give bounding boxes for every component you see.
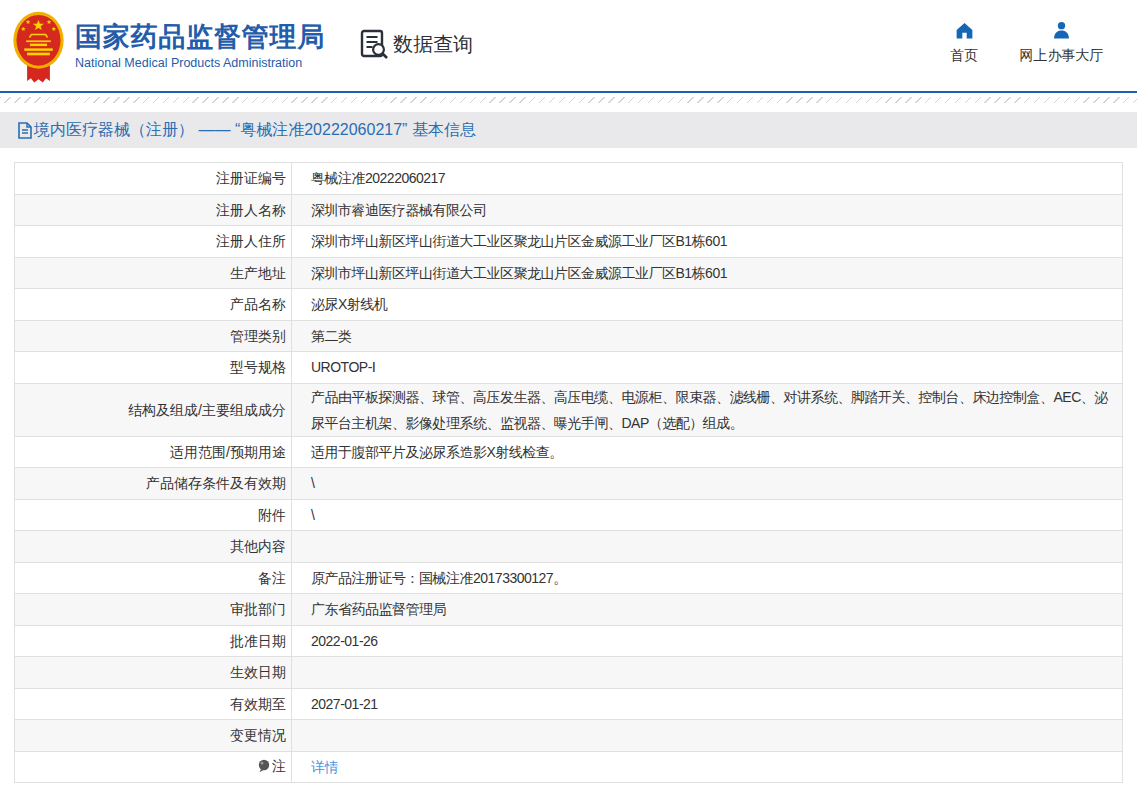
row-label: 批准日期	[15, 625, 292, 657]
org-name-cn: 国家药品监督管理局	[75, 22, 325, 53]
row-label: 注册人名称	[15, 194, 292, 226]
row-value: \	[292, 499, 1123, 531]
table-row: 注 详情	[15, 751, 1123, 783]
row-label: 产品储存条件及有效期	[15, 468, 292, 500]
row-label: 产品名称	[15, 289, 292, 321]
table-row: 生效日期	[15, 657, 1123, 689]
data-query-icon	[357, 27, 391, 61]
nav-home[interactable]: 首页	[934, 20, 994, 65]
table-row: 产品名称泌尿X射线机	[15, 289, 1123, 321]
row-value: 适用于腹部平片及泌尿系造影X射线检查。	[292, 436, 1123, 468]
note-icon	[258, 755, 270, 781]
table-row: 适用范围/预期用途适用于腹部平片及泌尿系造影X射线检查。	[15, 436, 1123, 468]
page-title: 境内医疗器械（注册） —— “粤械注准20222060217” 基本信息	[34, 120, 476, 141]
org-name-en: National Medical Products Administration	[75, 56, 325, 70]
table-row: 批准日期2022-01-26	[15, 625, 1123, 657]
table-row: 其他内容	[15, 531, 1123, 563]
row-value: UROTOP-Ⅰ	[292, 352, 1123, 384]
brand[interactable]: ★ ★ ★ ★ ★ 国家药品监督管理局 National Medical Pro…	[10, 9, 325, 83]
stripe-band	[0, 97, 1137, 103]
site-header: ★ ★ ★ ★ ★ 国家药品监督管理局 National Medical Pro…	[0, 0, 1137, 91]
table-row: 管理类别第二类	[15, 320, 1123, 352]
table-row: 有效期至2027-01-21	[15, 688, 1123, 720]
user-icon	[1051, 20, 1072, 41]
data-query-nav[interactable]: 数据查询	[357, 27, 473, 61]
row-label: 适用范围/预期用途	[15, 436, 292, 468]
row-value	[292, 657, 1123, 689]
svg-text:★: ★	[51, 24, 57, 31]
table-row: 注册人名称深圳市睿迪医疗器械有限公司	[15, 194, 1123, 226]
table-row: 生产地址深圳市坪山新区坪山街道大工业区聚龙山片区金威源工业厂区B1栋601	[15, 257, 1123, 289]
row-value	[292, 531, 1123, 563]
svg-text:★: ★	[21, 24, 27, 31]
home-icon	[954, 20, 975, 41]
table-row: 注册人住所深圳市坪山新区坪山街道大工业区聚龙山片区金威源工业厂区B1栋601	[15, 226, 1123, 258]
row-value: 原产品注册证号：国械注准20173300127。	[292, 562, 1123, 594]
row-value: 2027-01-21	[292, 688, 1123, 720]
row-label: 备注	[15, 562, 292, 594]
svg-text:★: ★	[32, 16, 45, 32]
row-value: 深圳市睿迪医疗器械有限公司	[292, 194, 1123, 226]
details-link[interactable]: 详情	[311, 759, 338, 775]
info-table-wrap: 注册证编号粤械注准20222060217注册人名称深圳市睿迪医疗器械有限公司注册…	[14, 162, 1123, 783]
row-label: 注册证编号	[15, 163, 292, 195]
row-label: 型号规格	[15, 352, 292, 384]
row-value	[292, 720, 1123, 752]
top-nav: 首页 网上办事大厅	[934, 20, 1129, 65]
table-row: 变更情况	[15, 720, 1123, 752]
page-title-bar: 境内医疗器械（注册） —— “粤械注准20222060217” 基本信息	[0, 112, 1137, 148]
row-value: 第二类	[292, 320, 1123, 352]
row-label: 注	[15, 751, 292, 783]
row-value: 产品由平板探测器、球管、高压发生器、高压电缆、电源柜、限束器、滤线栅、对讲系统、…	[292, 383, 1123, 436]
nav-home-label: 首页	[950, 47, 978, 65]
table-row: 结构及组成/主要组成成分产品由平板探测器、球管、高压发生器、高压电缆、电源柜、限…	[15, 383, 1123, 436]
table-row: 附件\	[15, 499, 1123, 531]
row-label: 变更情况	[15, 720, 292, 752]
row-label: 审批部门	[15, 594, 292, 626]
table-row: 产品储存条件及有效期\	[15, 468, 1123, 500]
nav-hall-label: 网上办事大厅	[1020, 47, 1104, 65]
row-label: 附件	[15, 499, 292, 531]
row-value: 广东省药品监督管理局	[292, 594, 1123, 626]
row-value: 2022-01-26	[292, 625, 1123, 657]
row-value: 详情	[292, 751, 1123, 783]
svg-text:★: ★	[25, 18, 31, 25]
info-table: 注册证编号粤械注准20222060217注册人名称深圳市睿迪医疗器械有限公司注册…	[14, 162, 1123, 783]
data-query-label: 数据查询	[393, 31, 473, 58]
stripe-band-wrap	[0, 93, 1137, 112]
row-label: 生产地址	[15, 257, 292, 289]
info-table-body: 注册证编号粤械注准20222060217注册人名称深圳市睿迪医疗器械有限公司注册…	[15, 163, 1123, 783]
table-row: 审批部门广东省药品监督管理局	[15, 594, 1123, 626]
table-row: 注册证编号粤械注准20222060217	[15, 163, 1123, 195]
row-value: 深圳市坪山新区坪山街道大工业区聚龙山片区金威源工业厂区B1栋601	[292, 226, 1123, 258]
nav-hall[interactable]: 网上办事大厅	[994, 20, 1129, 65]
row-label: 注册人住所	[15, 226, 292, 258]
table-row: 型号规格UROTOP-Ⅰ	[15, 352, 1123, 384]
row-label: 其他内容	[15, 531, 292, 563]
row-value: 粤械注准20222060217	[292, 163, 1123, 195]
row-value: \	[292, 468, 1123, 500]
row-value: 泌尿X射线机	[292, 289, 1123, 321]
row-value: 深圳市坪山新区坪山街道大工业区聚龙山片区金威源工业厂区B1栋601	[292, 257, 1123, 289]
row-label: 管理类别	[15, 320, 292, 352]
table-row: 备注原产品注册证号：国械注准20173300127。	[15, 562, 1123, 594]
row-label: 有效期至	[15, 688, 292, 720]
national-emblem-logo: ★ ★ ★ ★ ★	[10, 9, 67, 83]
document-icon	[18, 122, 32, 139]
row-label: 生效日期	[15, 657, 292, 689]
row-label: 结构及组成/主要组成成分	[15, 383, 292, 436]
